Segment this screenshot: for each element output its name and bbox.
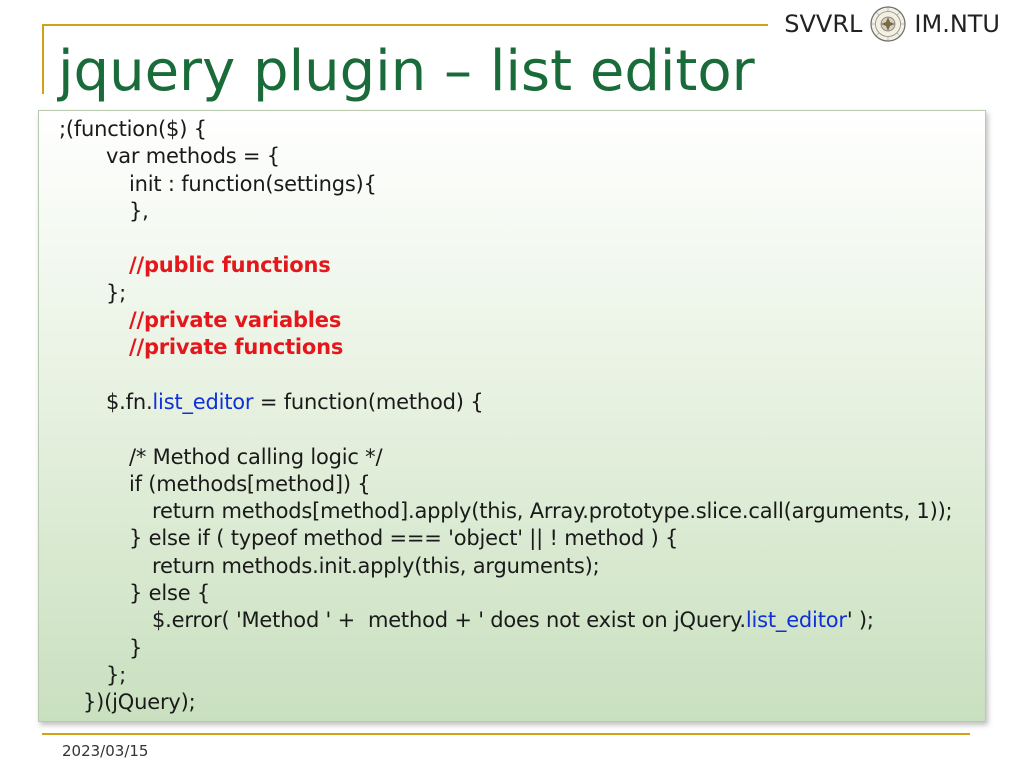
code-text: var methods = { (106, 144, 280, 169)
department-label: IM.NTU (914, 10, 1000, 38)
code-line: ;(function($) { (59, 116, 952, 143)
code-line: //public functions (59, 252, 952, 279)
code-line: init : function(settings){ (59, 171, 952, 198)
lab-label: SVVRL (784, 10, 863, 38)
code-blank-line (59, 225, 952, 252)
code-line: if (methods[method]) { (59, 471, 952, 498)
code-text: } (129, 635, 143, 660)
code-text: $.error( 'Method ' + method + ' does not… (152, 608, 746, 633)
code-line: $.fn.list_editor = function(method) { (59, 389, 952, 416)
code-text: return methods[method].apply(this, Array… (152, 499, 953, 524)
code-line: //private variables (59, 307, 952, 334)
header-branding: SVVRL IM.NTU (784, 6, 1000, 42)
code-text: = function(method) { (253, 389, 484, 414)
code-line: }, (59, 198, 952, 225)
code-line: } (59, 635, 952, 662)
code-text: } else if ( typeof method === 'object' |… (129, 526, 679, 551)
code-line: } else if ( typeof method === 'object' |… (59, 525, 952, 552)
slide-title: jquery plugin – list editor (58, 39, 755, 104)
code-line: //private functions (59, 334, 952, 361)
code-lines: ;(function($) { var methods = { init : f… (59, 116, 953, 717)
code-line: /* Method calling logic */ (59, 444, 952, 471)
code-text: ;(function($) { (59, 117, 207, 141)
code-block: ;(function($) { var methods = { init : f… (38, 110, 986, 722)
code-highlight: list_editor (152, 389, 254, 414)
slide-date: 2023/03/15 (62, 742, 149, 760)
code-line: $.error( 'Method ' + method + ' does not… (59, 607, 952, 634)
code-line: }; (59, 662, 952, 689)
code-text: })(jQuery); (83, 690, 196, 715)
footer-rule (42, 733, 970, 735)
code-line: return methods[method].apply(this, Array… (59, 498, 953, 525)
code-comment: //private functions (129, 335, 344, 360)
code-highlight: list_editor (745, 608, 847, 633)
code-blank-line (59, 362, 952, 389)
code-comment: //public functions (129, 253, 331, 278)
code-line: return methods.init.apply(this, argument… (59, 553, 952, 580)
code-blank-line (59, 416, 952, 443)
header-rule (42, 24, 768, 26)
code-text: }; (106, 662, 127, 687)
code-text: $.fn. (106, 389, 153, 414)
code-text: if (methods[method]) { (129, 471, 371, 496)
code-text: /* Method calling logic */ (129, 444, 383, 469)
code-line: }; (59, 280, 952, 307)
code-text: }; (106, 280, 127, 305)
code-text: }, (129, 198, 149, 223)
university-seal-icon (870, 6, 907, 42)
code-text: return methods.init.apply(this, argument… (152, 553, 600, 578)
code-line: })(jQuery); (59, 689, 952, 716)
code-comment: //private variables (129, 308, 342, 333)
code-line: } else { (59, 580, 952, 607)
title-left-rule (42, 24, 44, 94)
code-text: } else { (129, 581, 211, 606)
code-text: init : function(settings){ (129, 171, 377, 196)
code-line: var methods = { (59, 143, 952, 170)
code-text: ' ); (846, 608, 874, 633)
